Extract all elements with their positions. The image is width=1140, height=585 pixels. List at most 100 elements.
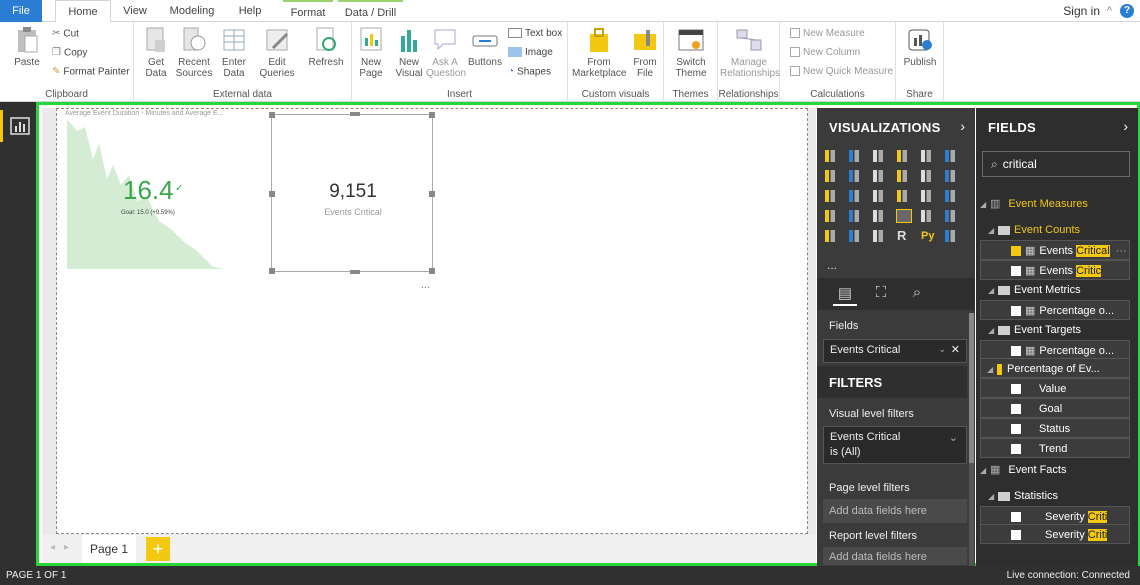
folder-event-metrics[interactable]: ◢ Event Metrics bbox=[976, 280, 1138, 300]
100-bar-visual-icon[interactable] bbox=[921, 150, 935, 162]
field-percentage-1[interactable]: ▦ Percentage o... bbox=[980, 300, 1130, 320]
field-events-critical[interactable]: ▦ Events Critical ··· bbox=[980, 240, 1130, 260]
page-tab-1[interactable]: Page 1 bbox=[82, 535, 136, 563]
new-visual-button[interactable]: New Visual bbox=[392, 26, 426, 79]
resize-handle-right[interactable] bbox=[429, 191, 435, 197]
remove-field-icon[interactable]: ✕ bbox=[951, 343, 960, 356]
checkbox-icon[interactable] bbox=[1011, 444, 1021, 455]
report-filter-dropzone[interactable]: Add data fields here bbox=[823, 547, 967, 565]
matrix-visual-icon[interactable] bbox=[873, 230, 887, 242]
edit-queries-button[interactable]: Edit Queries bbox=[258, 26, 296, 79]
collapse-fields-icon[interactable]: › bbox=[1123, 118, 1128, 134]
kpi-goal-field[interactable]: Goal bbox=[980, 398, 1130, 418]
new-column-button[interactable]: New Column bbox=[790, 45, 860, 61]
refresh-button[interactable]: Refresh bbox=[308, 26, 344, 68]
field-severity-2[interactable]: Severity Criti bbox=[980, 524, 1130, 544]
area-visual-icon[interactable] bbox=[849, 170, 863, 182]
publish-button[interactable]: Publish bbox=[900, 26, 940, 68]
new-page-button[interactable]: New Page bbox=[354, 26, 388, 79]
page-next-icon[interactable]: ▸ bbox=[64, 542, 69, 553]
report-page[interactable]: Average Event Duration - Minutes and Ave… bbox=[56, 108, 808, 534]
page-prev-icon[interactable]: ◂ bbox=[50, 542, 55, 553]
table-visual-icon[interactable] bbox=[849, 230, 863, 242]
folder-event-counts[interactable]: ◢ Event Counts bbox=[976, 220, 1138, 240]
fields-tab-icon[interactable]: ▤ bbox=[833, 284, 857, 306]
text-box-button[interactable]: Text box bbox=[508, 26, 562, 42]
enter-data-button[interactable]: Enter Data bbox=[218, 26, 250, 79]
card-visual[interactable]: 9,151 Events Critical ... bbox=[269, 112, 435, 291]
manage-relationships-button[interactable]: Manage Relationships bbox=[720, 26, 780, 79]
copy-button[interactable]: ❐ Copy bbox=[52, 45, 87, 61]
viz-scrollbar-thumb[interactable] bbox=[969, 313, 974, 463]
help-icon[interactable]: ? bbox=[1120, 4, 1134, 18]
image-button[interactable]: Image bbox=[508, 45, 553, 61]
scatter-visual-icon[interactable] bbox=[849, 190, 863, 202]
resize-handle-top-left[interactable] bbox=[269, 112, 275, 118]
from-marketplace-button[interactable]: From Marketplace bbox=[572, 26, 626, 79]
resize-handle-top[interactable] bbox=[350, 112, 360, 116]
filter-expand-icon[interactable]: ⌄ bbox=[949, 431, 958, 444]
resize-handle-top-right[interactable] bbox=[429, 112, 435, 118]
field-severity-1[interactable]: Severity Criti bbox=[980, 506, 1130, 526]
visual-filter-card[interactable]: Events Critical is (All) ⌄ bbox=[823, 426, 967, 464]
field-percentage-2[interactable]: ▦ Percentage o... bbox=[980, 340, 1130, 360]
kpi-value-field[interactable]: Value bbox=[980, 378, 1130, 398]
line-column-2-visual-icon[interactable] bbox=[921, 170, 935, 182]
collapse-viz-icon[interactable]: › bbox=[960, 118, 965, 134]
tab-home[interactable]: Home bbox=[55, 0, 111, 23]
kpi-trend-field[interactable]: Trend bbox=[980, 438, 1130, 458]
from-file-button[interactable]: From File bbox=[630, 26, 660, 79]
checkbox-icon[interactable] bbox=[1011, 306, 1021, 317]
more-visuals-icon[interactable]: ... bbox=[827, 258, 837, 272]
100-column-visual-icon[interactable] bbox=[945, 150, 959, 162]
sign-in-link[interactable]: Sign in bbox=[1063, 0, 1100, 22]
ribbon-visual-icon[interactable] bbox=[945, 170, 959, 182]
map-visual-icon[interactable] bbox=[945, 190, 959, 202]
table-event-measures[interactable]: ◢ ▥ Event Measures bbox=[976, 194, 1138, 214]
fields-search-input[interactable]: ⌕ critical bbox=[982, 151, 1130, 177]
tab-format[interactable]: Format bbox=[283, 0, 333, 22]
checkbox-icon[interactable] bbox=[1011, 530, 1021, 541]
field-more-icon[interactable]: ··· bbox=[1116, 245, 1127, 257]
tab-data-drill[interactable]: Data / Drill bbox=[338, 0, 403, 22]
resize-handle-left[interactable] bbox=[269, 191, 275, 197]
line-column-visual-icon[interactable] bbox=[897, 170, 911, 182]
cut-button[interactable]: ✂ Cut bbox=[52, 26, 79, 42]
new-quick-measure-button[interactable]: New Quick Measure bbox=[790, 64, 893, 80]
get-data-button[interactable]: Get Data bbox=[140, 26, 172, 79]
filled-map-visual-icon[interactable] bbox=[825, 210, 839, 222]
python-visual-visual-icon[interactable]: Py bbox=[921, 230, 935, 242]
stacked-bar-visual-icon[interactable] bbox=[825, 150, 839, 162]
resize-handle-bottom-left[interactable] bbox=[269, 268, 275, 274]
format-paint-roller-icon[interactable]: ⛶ bbox=[869, 284, 893, 306]
paste-button[interactable]: Paste bbox=[12, 26, 42, 68]
ask-question-button[interactable]: Ask A Question bbox=[426, 26, 466, 79]
resize-handle-bottom[interactable] bbox=[350, 270, 360, 274]
tab-modeling[interactable]: Modeling bbox=[164, 0, 220, 22]
treemap-visual-icon[interactable] bbox=[921, 190, 935, 202]
donut-visual-icon[interactable] bbox=[897, 190, 911, 202]
checkbox-icon[interactable] bbox=[1011, 384, 1021, 395]
stacked-column-visual-icon[interactable] bbox=[849, 150, 863, 162]
page-filter-dropzone[interactable]: Add data fields here bbox=[823, 499, 967, 523]
stacked-area-visual-icon[interactable] bbox=[873, 170, 887, 182]
multi-row-card-visual-icon[interactable] bbox=[921, 210, 935, 222]
folder-statistics[interactable]: ◢ Statistics bbox=[976, 486, 1138, 506]
format-painter-button[interactable]: ✎ Format Painter bbox=[52, 64, 130, 80]
folder-event-targets[interactable]: ◢ Event Targets bbox=[976, 320, 1138, 340]
slicer-visual-icon[interactable] bbox=[825, 230, 839, 242]
gauge-visual-icon[interactable] bbox=[873, 210, 887, 222]
kpi-visual[interactable]: Average Event Duration - Minutes and Ave… bbox=[61, 109, 261, 269]
chevron-up-icon[interactable]: ^ bbox=[1107, 0, 1112, 22]
shapes-button[interactable]: ◔ Shapes bbox=[508, 64, 551, 80]
resize-handle-bottom-right[interactable] bbox=[429, 268, 435, 274]
new-measure-button[interactable]: New Measure bbox=[790, 26, 865, 42]
dropdown-chevron-icon[interactable]: ⌄ bbox=[938, 344, 946, 355]
more-options-icon[interactable]: ... bbox=[421, 279, 430, 291]
card-visual-icon[interactable] bbox=[896, 209, 912, 223]
analytics-magnifier-icon[interactable]: ⌕ bbox=[905, 284, 929, 306]
globe-visual-icon[interactable] bbox=[945, 230, 959, 242]
pie-visual-icon[interactable] bbox=[873, 190, 887, 202]
checkbox-icon[interactable] bbox=[1011, 246, 1021, 257]
clustered-bar-visual-icon[interactable] bbox=[873, 150, 887, 162]
